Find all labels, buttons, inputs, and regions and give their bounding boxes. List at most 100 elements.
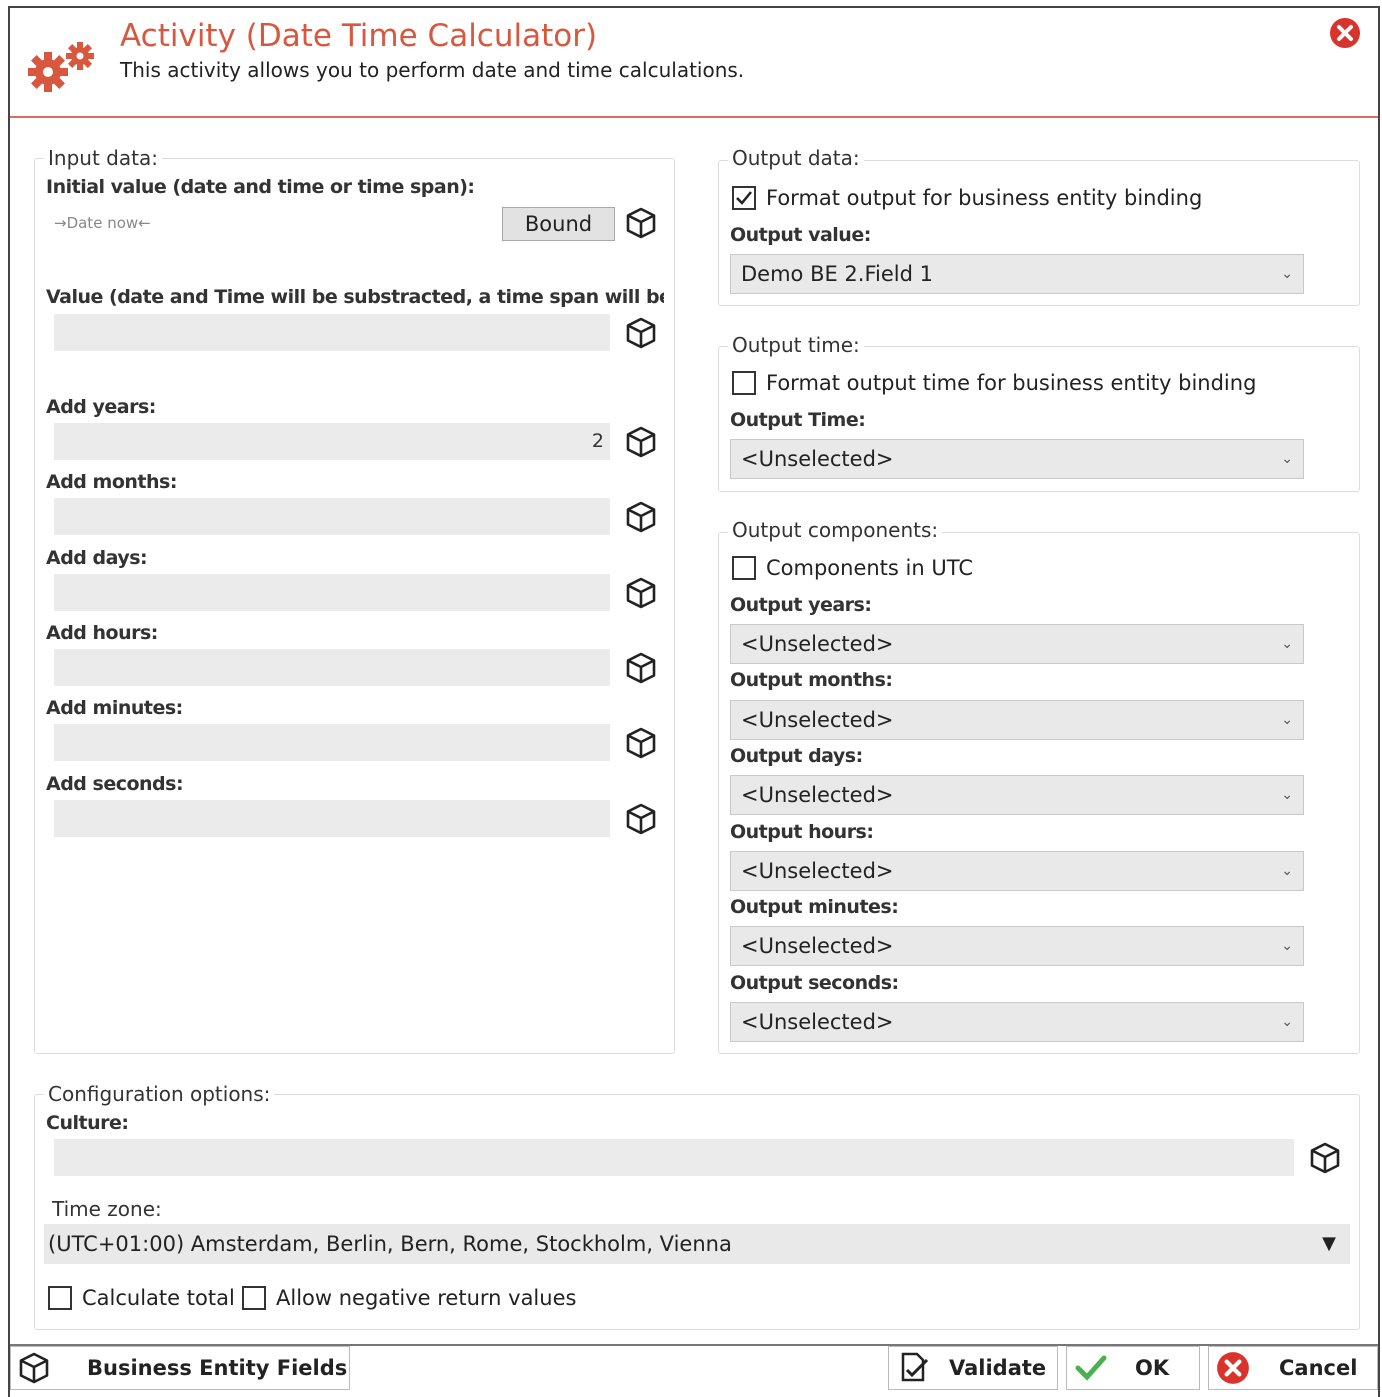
chevron-down-icon: ⌄: [1281, 451, 1293, 467]
output-data-legend: Output data:: [728, 146, 864, 170]
activity-dialog: Activity (Date Time Calculator) This act…: [8, 6, 1380, 1397]
add-hours-input[interactable]: [54, 649, 610, 686]
output-time-legend: Output time:: [728, 333, 864, 357]
add-years-label: Add years:: [46, 396, 156, 418]
culture-label: Culture:: [46, 1112, 129, 1134]
add-hours-label: Add hours:: [46, 622, 158, 644]
output-years-select[interactable]: <Unselected> ⌄: [730, 624, 1304, 664]
calculate-total-row[interactable]: Calculate total: [48, 1286, 235, 1310]
output-days-select[interactable]: <Unselected> ⌄: [730, 775, 1304, 815]
validate-icon: [901, 1352, 929, 1382]
output-minutes-selected: <Unselected>: [741, 934, 894, 958]
value-label: Value (date and Time will be substracted…: [46, 286, 664, 308]
date-now-hint: →Date now←: [54, 214, 151, 232]
chevron-down-icon: ⌄: [1281, 266, 1293, 282]
add-years-input[interactable]: 2: [54, 423, 610, 460]
page-title: Activity (Date Time Calculator): [120, 18, 598, 54]
cube-icon[interactable]: [624, 206, 658, 240]
cube-icon[interactable]: [624, 726, 658, 760]
utc-checkbox-row[interactable]: Components in UTC: [732, 556, 973, 580]
configuration-legend: Configuration options:: [44, 1082, 275, 1106]
add-seconds-input[interactable]: [54, 800, 610, 837]
timezone-label: Time zone:: [48, 1197, 166, 1221]
add-months-input[interactable]: [54, 498, 610, 535]
chevron-down-icon: ⌄: [1281, 863, 1293, 879]
output-seconds-selected: <Unselected>: [741, 1010, 894, 1034]
output-months-selected: <Unselected>: [741, 708, 894, 732]
allow-negative-row[interactable]: Allow negative return values: [242, 1286, 576, 1310]
output-minutes-label: Output minutes:: [730, 896, 899, 918]
caret-down-icon: ▼: [1322, 1233, 1336, 1254]
validate-label: Validate: [949, 1356, 1047, 1380]
format-output-checkbox-row[interactable]: Format output for business entity bindin…: [732, 186, 1202, 210]
output-hours-select[interactable]: <Unselected> ⌄: [730, 851, 1304, 891]
output-days-label: Output days:: [730, 745, 863, 767]
add-seconds-label: Add seconds:: [46, 773, 184, 795]
page-subtitle: This activity allows you to perform date…: [120, 58, 745, 82]
allow-negative-checkbox[interactable]: [242, 1286, 266, 1310]
format-time-checkbox-row[interactable]: Format output time for business entity b…: [732, 371, 1256, 395]
chevron-down-icon: ⌄: [1281, 636, 1293, 652]
output-days-selected: <Unselected>: [741, 783, 894, 807]
chevron-down-icon: ⌄: [1281, 938, 1293, 954]
chevron-down-icon: ⌄: [1281, 787, 1293, 803]
calculate-total-label: Calculate total: [82, 1286, 235, 1310]
timezone-selected: (UTC+01:00) Amsterdam, Berlin, Bern, Rom…: [48, 1232, 732, 1256]
output-hours-selected: <Unselected>: [741, 859, 894, 883]
check-icon: [736, 191, 752, 205]
output-years-selected: <Unselected>: [741, 632, 894, 656]
output-seconds-label: Output seconds:: [730, 972, 899, 994]
cube-icon[interactable]: [624, 500, 658, 534]
output-value-select[interactable]: Demo BE 2.Field 1 ⌄: [730, 254, 1304, 294]
output-components-legend: Output components:: [728, 518, 943, 542]
output-value-selected: Demo BE 2.Field 1: [741, 262, 933, 286]
output-months-select[interactable]: <Unselected> ⌄: [730, 700, 1304, 740]
add-minutes-input[interactable]: [54, 724, 610, 761]
chevron-down-icon: ⌄: [1281, 712, 1293, 728]
output-time-selected: <Unselected>: [741, 447, 894, 471]
add-months-label: Add months:: [46, 471, 177, 493]
format-output-label: Format output for business entity bindin…: [766, 186, 1203, 210]
chevron-down-icon: ⌄: [1281, 1014, 1293, 1030]
format-output-checkbox[interactable]: [732, 186, 756, 210]
output-value-label: Output value:: [730, 224, 871, 246]
output-minutes-select[interactable]: <Unselected> ⌄: [730, 926, 1304, 966]
cube-icon[interactable]: [624, 802, 658, 836]
output-seconds-select[interactable]: <Unselected> ⌄: [730, 1002, 1304, 1042]
utc-checkbox[interactable]: [732, 556, 756, 580]
cube-icon: [17, 1351, 51, 1385]
value-input[interactable]: [54, 314, 610, 351]
timezone-select[interactable]: (UTC+01:00) Amsterdam, Berlin, Bern, Rom…: [44, 1224, 1350, 1264]
cancel-button[interactable]: Cancel: [1208, 1346, 1378, 1390]
output-time-label: Output Time:: [730, 409, 866, 431]
output-time-select[interactable]: <Unselected> ⌄: [730, 439, 1304, 479]
input-data-legend: Input data:: [44, 146, 162, 170]
validate-button[interactable]: Validate: [888, 1346, 1058, 1390]
dialog-header: Activity (Date Time Calculator) This act…: [10, 8, 1378, 118]
allow-negative-label: Allow negative return values: [276, 1286, 577, 1310]
bound-button[interactable]: Bound: [502, 207, 615, 241]
cancel-icon: [1217, 1352, 1249, 1384]
cube-icon[interactable]: [624, 576, 658, 610]
output-years-label: Output years:: [730, 594, 872, 616]
cube-icon[interactable]: [1308, 1141, 1342, 1175]
culture-input[interactable]: [54, 1139, 1294, 1176]
cancel-label: Cancel: [1279, 1356, 1358, 1380]
ok-button[interactable]: OK: [1066, 1346, 1200, 1390]
add-days-input[interactable]: [54, 574, 610, 611]
close-icon[interactable]: [1328, 16, 1362, 50]
add-minutes-label: Add minutes:: [46, 697, 183, 719]
initial-value-label: Initial value (date and time or time spa…: [46, 176, 475, 198]
calculate-total-checkbox[interactable]: [48, 1286, 72, 1310]
gears-icon: [28, 42, 94, 92]
business-entity-fields-label: Business Entity Fields: [87, 1356, 348, 1380]
format-time-checkbox[interactable]: [732, 371, 756, 395]
format-time-label: Format output time for business entity b…: [766, 371, 1257, 395]
add-days-label: Add days:: [46, 547, 148, 569]
cube-icon[interactable]: [624, 425, 658, 459]
utc-label: Components in UTC: [766, 556, 973, 580]
ok-label: OK: [1135, 1356, 1170, 1380]
business-entity-fields-button[interactable]: Business Entity Fields: [10, 1346, 350, 1390]
cube-icon[interactable]: [624, 316, 658, 350]
cube-icon[interactable]: [624, 651, 658, 685]
